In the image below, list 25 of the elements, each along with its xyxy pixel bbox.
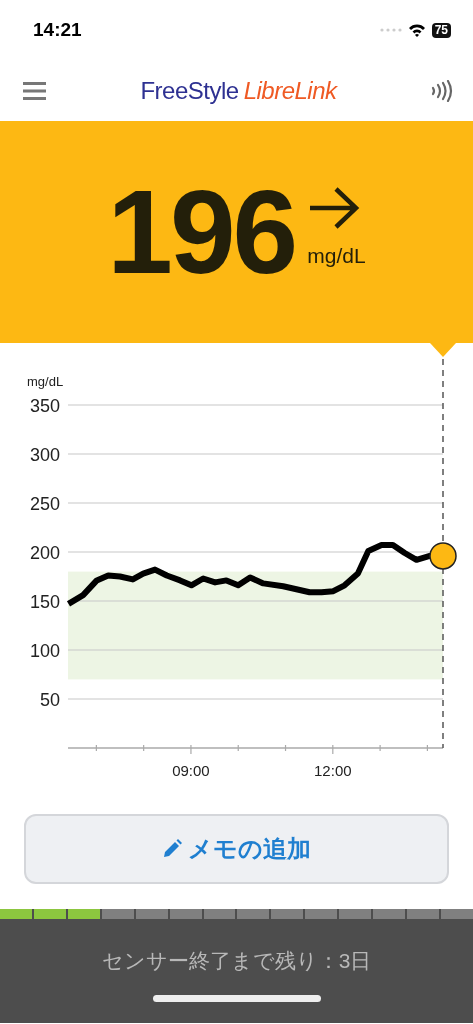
- x-axis-label: 12:00: [314, 762, 352, 779]
- y-axis-label: 250: [29, 494, 60, 514]
- y-axis-label: 200: [29, 543, 60, 563]
- pencil-icon: [162, 839, 182, 859]
- menu-icon[interactable]: [23, 81, 46, 100]
- scan-waves-icon[interactable]: [431, 79, 453, 102]
- x-axis-label: 09:00: [172, 762, 210, 779]
- glucose-unit: mg/dL: [307, 244, 366, 268]
- current-reading-dot: [429, 542, 457, 570]
- y-axis-label: 100: [29, 641, 60, 661]
- battery-level: 75: [431, 22, 451, 38]
- sensor-remaining-text: センサー終了まで残り：3日: [101, 948, 372, 974]
- glucose-value: 196: [107, 165, 296, 300]
- add-note-button[interactable]: メモの追加: [24, 814, 449, 884]
- y-axis-label: 300: [29, 445, 60, 465]
- y-axis-label: 150: [29, 592, 60, 612]
- y-axis-unit: mg/dL: [27, 374, 64, 389]
- logo-text: FreeStyle: [140, 76, 239, 105]
- wifi-icon: [407, 23, 426, 37]
- trend-arrow-icon: [307, 186, 362, 230]
- signal-icon: [379, 28, 402, 32]
- y-axis-label: 50: [39, 690, 60, 710]
- y-axis-label: 350: [29, 396, 60, 416]
- status-time: 14:21: [33, 19, 82, 41]
- logo-text: LibreLink: [243, 76, 337, 105]
